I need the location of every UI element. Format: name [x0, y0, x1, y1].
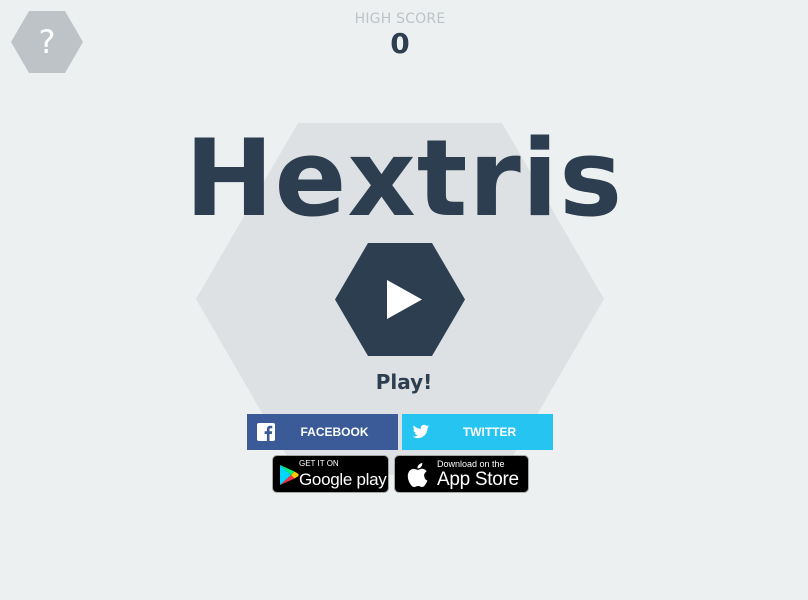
play-button[interactable] [335, 243, 465, 356]
facebook-share-button[interactable]: FACEBOOK [247, 414, 398, 450]
app-store-small-text: Download on the [437, 459, 505, 469]
high-score-label: HIGH SCORE [354, 11, 446, 27]
google-play-small-text: GET IT ON [299, 459, 339, 468]
play-hexagon [335, 243, 465, 356]
apple-icon [407, 463, 428, 488]
play-label[interactable]: Play! [304, 368, 504, 396]
app-store-badge[interactable]: Download on the App Store [394, 455, 529, 493]
app-store-big-text: App Store [437, 469, 519, 490]
question-mark-icon: ? [38, 23, 56, 61]
google-play-big-text: Google play [299, 470, 387, 489]
twitter-icon [412, 424, 430, 439]
facebook-label: FACEBOOK [300, 425, 369, 439]
google-play-badge[interactable]: GET IT ON Google play [272, 455, 389, 493]
game-title: Hextris [184, 117, 624, 240]
twitter-share-button[interactable]: TWITTER [402, 414, 553, 450]
facebook-icon [257, 423, 275, 441]
game-screen: ? HIGH SCORE 0 Hextris Play! FACEBOOK TW… [0, 0, 808, 600]
google-play-icon [280, 465, 299, 485]
high-score-value: 0 [390, 27, 410, 60]
high-score: HIGH SCORE 0 [300, 10, 500, 60]
twitter-label: TWITTER [462, 425, 517, 439]
help-button[interactable]: ? [11, 11, 83, 73]
